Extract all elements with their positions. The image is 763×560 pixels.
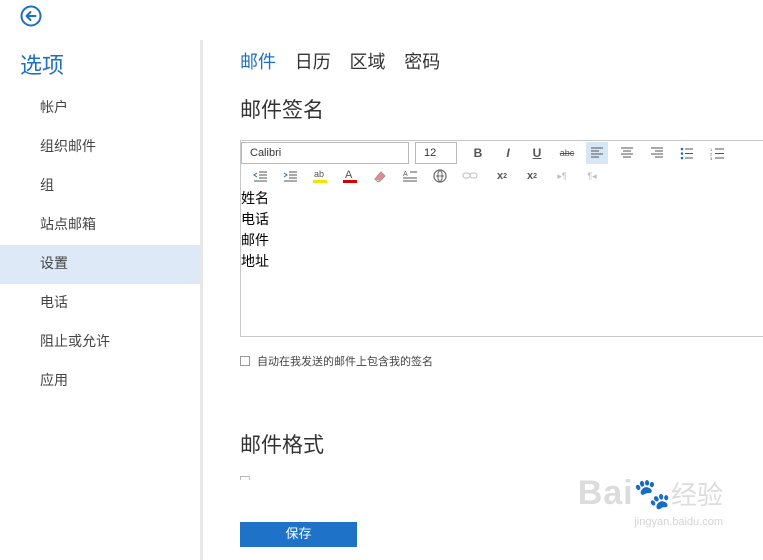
clear-formatting-icon[interactable] bbox=[369, 165, 391, 187]
italic-icon[interactable]: I bbox=[497, 142, 519, 164]
include-signature-row: 自动在我发送的邮件上包含我的签名 bbox=[240, 353, 433, 369]
back-arrow-icon[interactable] bbox=[20, 5, 42, 27]
highlight-color-icon[interactable]: ab bbox=[309, 165, 331, 187]
align-right-icon[interactable] bbox=[646, 142, 668, 164]
underline-icon[interactable]: U bbox=[526, 142, 548, 164]
font-size-select[interactable]: 12 bbox=[415, 142, 457, 164]
font-color-icon[interactable]: A bbox=[339, 165, 361, 187]
increase-indent-icon[interactable] bbox=[279, 165, 301, 187]
signature-line: 地址 bbox=[241, 254, 269, 270]
align-left-icon[interactable] bbox=[586, 142, 608, 164]
signature-line: 电话 bbox=[241, 212, 269, 228]
tab-mail[interactable]: 邮件 bbox=[240, 52, 276, 73]
sidebar-item-apps[interactable]: 应用 bbox=[0, 362, 200, 401]
sidebar-item-block-allow[interactable]: 阻止或允许 bbox=[0, 323, 200, 362]
bullet-list-icon[interactable] bbox=[676, 142, 698, 164]
message-format-checkbox[interactable] bbox=[240, 476, 250, 480]
include-signature-label: 自动在我发送的邮件上包含我的签名 bbox=[257, 355, 433, 368]
baidu-watermark: Bai🐾经验 jingyan.baidu.com bbox=[577, 474, 723, 528]
svg-text:ab: ab bbox=[314, 169, 324, 179]
align-center-icon[interactable] bbox=[616, 142, 638, 164]
sidebar-nav: 帐户 组织邮件 组 站点邮箱 设置 电话 阻止或允许 应用 bbox=[0, 89, 200, 401]
subscript-icon[interactable]: x2 bbox=[521, 165, 543, 187]
paragraph-style-icon[interactable]: A bbox=[399, 165, 421, 187]
superscript-icon[interactable]: x2 bbox=[491, 165, 513, 187]
save-button[interactable]: 保存 bbox=[240, 522, 357, 547]
svg-text:A: A bbox=[345, 169, 353, 181]
sidebar-divider bbox=[200, 40, 203, 560]
options-title: 选项 bbox=[20, 54, 65, 79]
decrease-indent-icon[interactable] bbox=[249, 165, 271, 187]
signature-editor[interactable]: Calibri 12 B I U abc 123 ab A A x 2 x 2 … bbox=[240, 140, 763, 337]
strikethrough-icon[interactable]: abc bbox=[556, 142, 578, 164]
include-signature-checkbox[interactable] bbox=[240, 356, 250, 366]
sidebar-item-groups[interactable]: 组 bbox=[0, 167, 200, 206]
message-format-heading: 邮件格式 bbox=[240, 433, 324, 457]
tab-calendar[interactable]: 日历 bbox=[295, 52, 331, 73]
sidebar-item-phone[interactable]: 电话 bbox=[0, 284, 200, 323]
tab-region[interactable]: 区域 bbox=[349, 52, 385, 73]
svg-text:3: 3 bbox=[710, 156, 713, 160]
formatting-toolbar-row-2: ab A A x2 x2 ▸¶ ¶◂ bbox=[241, 165, 763, 187]
sidebar-item-site-mailbox[interactable]: 站点邮箱 bbox=[0, 206, 200, 245]
left-to-right-icon[interactable]: ▸¶ bbox=[551, 165, 573, 187]
tab-password[interactable]: 密码 bbox=[404, 52, 440, 73]
settings-tabs: 邮件 日历 区域 密码 bbox=[240, 48, 453, 74]
formatting-toolbar-row-1: Calibri 12 B I U abc 123 bbox=[241, 142, 763, 164]
signature-line: 姓名 bbox=[241, 191, 269, 207]
sidebar-item-organize-mail[interactable]: 组织邮件 bbox=[0, 128, 200, 167]
numbered-list-icon[interactable]: 123 bbox=[706, 142, 728, 164]
sidebar-item-account[interactable]: 帐户 bbox=[0, 89, 200, 128]
insert-link-icon[interactable] bbox=[429, 165, 451, 187]
font-name-select[interactable]: Calibri bbox=[241, 142, 409, 164]
signature-heading: 邮件签名 bbox=[240, 98, 324, 122]
signature-line: 邮件 bbox=[241, 233, 269, 249]
remove-link-icon[interactable] bbox=[459, 165, 481, 187]
sidebar-item-settings[interactable]: 设置 bbox=[0, 245, 200, 284]
svg-text:A: A bbox=[403, 171, 408, 178]
right-to-left-icon[interactable]: ¶◂ bbox=[581, 165, 603, 187]
signature-text[interactable]: 姓名 电话 邮件 地址 bbox=[241, 189, 269, 273]
sidebar: 选项 帐户 组织邮件 组 站点邮箱 设置 电话 阻止或允许 应用 bbox=[0, 0, 200, 560]
bold-icon[interactable]: B bbox=[467, 142, 489, 164]
